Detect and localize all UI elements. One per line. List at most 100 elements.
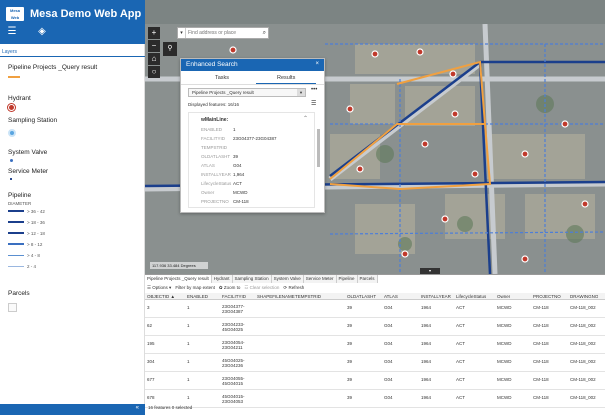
filter-by-extent-button[interactable]: Filter by map extent (175, 284, 215, 292)
tab-pipeline[interactable]: Pipeline (336, 275, 358, 283)
column-header[interactable]: OLDATLASHT (345, 293, 376, 300)
tab-pipeline-projects[interactable]: Pipeline Projects _Query result (145, 275, 212, 283)
table-cell: 1 (187, 377, 190, 382)
tab-system-valve[interactable]: System Valve (271, 275, 304, 283)
tab-sampling-station[interactable]: Sampling Station (232, 275, 272, 283)
table-row[interactable]: 304 1 45G04025-23G04236 39 G04 1964 ACT MCWD CM-… (145, 354, 605, 372)
list-icon[interactable]: ☰ (6, 26, 18, 38)
collapse-icon[interactable]: « (136, 405, 139, 411)
table-cell: G04 (384, 305, 393, 310)
search-icon[interactable]: ⌕ (263, 28, 266, 38)
column-header[interactable]: FACILITYID (220, 293, 246, 300)
tab-results[interactable]: Results (277, 75, 295, 81)
search-input[interactable] (188, 29, 258, 37)
legend-title-system-valve: System Valve (8, 149, 48, 156)
table-cell: MCWD (497, 323, 512, 328)
result-scrollbar[interactable] (317, 129, 320, 167)
table-cell: 3 (147, 305, 150, 310)
locate-icon[interactable]: ○ (148, 66, 160, 78)
table-cell: CM-118_002 (570, 341, 596, 346)
table-cell: CM-118 (533, 305, 549, 310)
table-cell: 677 (147, 377, 155, 382)
table-row[interactable]: 677 1 23G04055-45G04015 39 G04 1964 ACT MCWD CM-… (145, 372, 605, 390)
table-cell: 1964 (421, 341, 432, 346)
table-cell: ACT (456, 377, 465, 382)
search-source-dropdown[interactable]: ▾ (178, 28, 186, 38)
table-cell: 678 (147, 395, 155, 400)
tab-service-meter[interactable]: Service Meter (303, 275, 337, 283)
tab-hydrant[interactable]: Hydrant (211, 275, 233, 283)
attribute-table-tabs: Pipeline Projects _Query result Hydrant … (145, 275, 378, 283)
column-header[interactable]: INSTALLYEAR (419, 293, 451, 300)
table-cell: 1964 (421, 305, 432, 310)
enhanced-search-button[interactable]: ⚲ (163, 42, 177, 56)
table-header-row: OBJECTID ▲ ENABLED FACILITYID SHAPEFILEN… (145, 293, 605, 300)
app: Mesa Web Mesa Demo Web App ☰ ◈ Layers Pi… (0, 0, 605, 415)
displayed-features-count: Displayed features: 16/16 (188, 102, 240, 107)
column-header[interactable]: PROJECTNO (531, 293, 561, 300)
sampling-station-icon (8, 129, 16, 137)
table-cell: 39 (347, 377, 353, 382)
table-cell: CM-118_002 (570, 323, 596, 328)
legend-subtitle-diameter: DIAMETER (8, 201, 32, 206)
result-field: INSTALLYEAR 1,964 (201, 172, 245, 177)
legend-title-pipeline: Pipeline (8, 192, 32, 199)
attribute-table-toolbar: ☰ Options ▾ Filter by map extent ✿ Zoom … (145, 284, 304, 292)
tab-tasks[interactable]: Tasks (215, 75, 229, 81)
legend-title-parcels: Parcels (8, 290, 30, 297)
refresh-button[interactable]: ⟳ Refresh (283, 284, 304, 292)
home-icon[interactable]: ⌂ (148, 53, 160, 65)
chevron-up-icon[interactable]: ⌃ (303, 115, 308, 122)
table-cell: 1 (187, 341, 190, 346)
table-cell: CM-118_002 (570, 305, 596, 310)
table-cell: 1 (187, 395, 190, 400)
options-menu[interactable]: ☰ Options ▾ (147, 284, 171, 292)
table-cell: 195 (147, 341, 155, 346)
column-header[interactable]: SHAPEFILENAME (255, 293, 295, 300)
column-header[interactable]: TEMPSTRID (293, 293, 321, 300)
table-cell: MCWD (497, 377, 512, 382)
column-header[interactable]: OBJECTID ▲ (145, 293, 175, 300)
zoom-to-button[interactable]: ✿ Zoom to (219, 284, 241, 292)
result-layer-title: wMainLine: (201, 117, 229, 123)
table-cell: CM-118_002 (570, 377, 596, 382)
legend-pipe-row: > 36 - 42 (8, 208, 45, 214)
results-layer-select[interactable]: Pipeline Projects _Query result ▾ (188, 88, 306, 97)
parcel-swatch (8, 303, 17, 312)
column-header[interactable]: ATLAS (382, 293, 398, 300)
enhanced-search-title: Enhanced Search (186, 61, 238, 68)
result-field: ATLAS G04 (201, 163, 242, 168)
column-header[interactable]: DRAWINGNO (568, 293, 598, 300)
enhanced-search-panel: Enhanced Search × Tasks Results Pipeline… (180, 58, 325, 213)
layers-icon[interactable]: ◈ (36, 26, 48, 38)
result-field: Owner MCWD (201, 190, 248, 195)
column-header[interactable]: LifecycleStatus (454, 293, 486, 300)
table-cell: MCWD (497, 395, 512, 400)
table-row[interactable]: 678 1 45G04015-23G04053 39 G04 1964 ACT MCWD CM-… (145, 390, 605, 408)
tab-layers[interactable]: Layers (2, 49, 17, 55)
table-cell: 1964 (421, 323, 432, 328)
table-row[interactable]: 195 1 23G04054-23G04211 39 G04 1964 ACT MCWD CM-… (145, 336, 605, 354)
column-header[interactable]: ENABLED (185, 293, 208, 300)
legend-pipe-row: > 18 - 36 (8, 219, 45, 225)
column-header[interactable]: Owner (495, 293, 510, 300)
app-logo: Mesa Web (6, 7, 24, 21)
table-row[interactable]: 3 1 23G04377-23G04387 39 G04 1964 ACT MCWD CM-11… (145, 300, 605, 318)
system-valve-icon (10, 159, 13, 162)
result-card[interactable]: wMainLine: ⌃ ENABLED 1 FACILITYID 23G04377… (188, 112, 315, 208)
list-options-icon[interactable]: ☰ (311, 100, 316, 107)
zoom-in-button[interactable]: + (148, 27, 160, 39)
hydrant-icon (8, 104, 15, 111)
zoom-out-button[interactable]: − (148, 40, 160, 52)
table-cell: CM-118 (533, 341, 549, 346)
table-cell: 62 (147, 323, 153, 328)
legend-title-service-meter: Service Meter (8, 168, 49, 175)
result-field: LifecycleStatus ACT (201, 181, 242, 186)
table-row[interactable]: 62 1 23G04233-45G04025 39 G04 1964 ACT MCWD CM-1… (145, 318, 605, 336)
panel-collapse-bar[interactable]: « (0, 404, 145, 415)
clear-selection-button[interactable]: ☲ Clear selection (244, 284, 279, 292)
table-cell: MCWD (497, 305, 512, 310)
tab-parcels[interactable]: Parcels (357, 275, 378, 283)
close-icon[interactable]: × (315, 61, 319, 67)
more-options-icon[interactable]: ••• (311, 87, 317, 93)
